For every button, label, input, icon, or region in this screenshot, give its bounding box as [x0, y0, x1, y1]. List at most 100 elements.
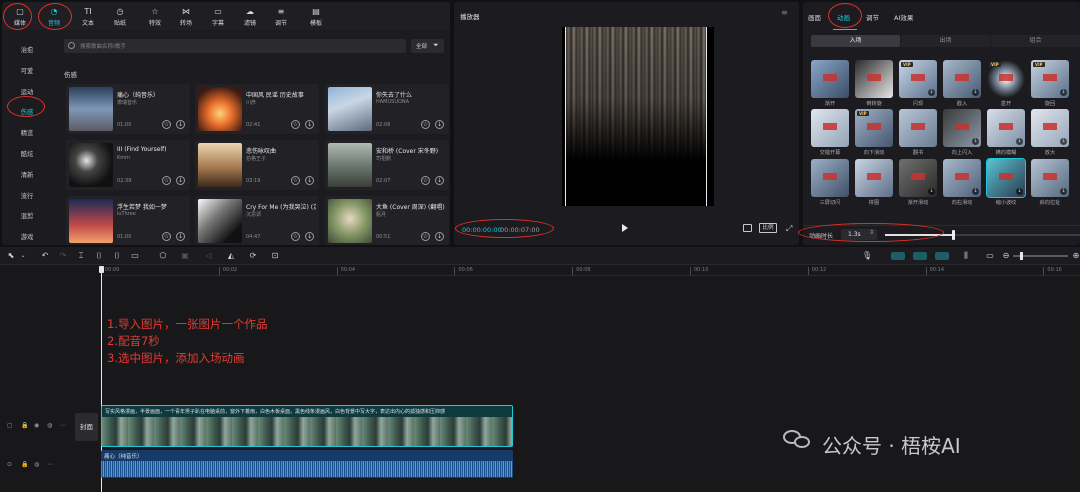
toolbar-media[interactable]: ▢ 媒体 — [6, 4, 34, 30]
animation-option[interactable]: VIP 向下滑动 — [855, 109, 893, 157]
sidebar-item[interactable]: 混剪 — [2, 211, 52, 220]
inspector-subtab[interactable]: 组合 — [991, 35, 1080, 47]
favorite-star-icon[interactable]: ☆ — [421, 176, 430, 185]
music-card[interactable]: III (Find Yourself) Kmm 02:39 ☆ ↓ — [66, 140, 190, 190]
animation-option[interactable]: 拼图 — [855, 159, 893, 207]
download-icon[interactable]: ↓ — [972, 89, 979, 96]
inspector-subtab[interactable]: 出场 — [901, 35, 990, 47]
download-icon[interactable]: ↓ — [305, 176, 314, 185]
toolbar-template[interactable]: ▤ 模板 — [302, 4, 330, 30]
video-clip[interactable]: 写实风格漫画，半景画面，一个青年男子趴在电脑桌前，窗外下着雨，白色木板桌面，黑色… — [101, 405, 513, 447]
mark-icon[interactable]: ⬠ — [158, 251, 168, 261]
sidebar-item[interactable]: 清新 — [2, 170, 52, 179]
fit-icon[interactable] — [743, 224, 752, 232]
split-right-icon[interactable]: ⌷ — [112, 251, 122, 261]
play-button[interactable] — [622, 224, 628, 232]
download-icon[interactable]: ↓ — [176, 232, 185, 241]
music-card[interactable]: 安和桥 (Cover 宋冬野) 司祖鹏 02:07 ☆ ↓ — [325, 140, 449, 190]
favorite-star-icon[interactable]: ☆ — [162, 176, 171, 185]
audio-clip[interactable]: 痛心（纯音乐） — [101, 450, 513, 478]
download-icon[interactable]: ↓ — [1060, 138, 1067, 145]
mirror-icon[interactable]: ◭ — [226, 251, 236, 261]
player-menu-icon[interactable]: ≡ — [781, 8, 788, 17]
download-icon[interactable]: ↓ — [305, 120, 314, 129]
download-icon[interactable]: ↓ — [1060, 89, 1067, 96]
duration-value-box[interactable]: 1.3s ⇕ — [841, 229, 877, 240]
animation-option[interactable]: ↓ 缩小波纹 — [986, 158, 1026, 207]
animation-option[interactable]: ↓ 向上闪入 — [943, 109, 981, 157]
zoom-in-icon[interactable]: ⊕ — [1071, 251, 1080, 261]
toolbar-audio[interactable]: ◔ 音频 — [40, 4, 68, 30]
inspector-tab[interactable]: 画面 — [808, 12, 821, 22]
download-icon[interactable]: ↓ — [928, 188, 935, 195]
toolbar-filter[interactable]: ☁ 滤镜 — [236, 4, 264, 30]
link-toggle-3[interactable] — [935, 252, 949, 260]
link-toggle-1[interactable] — [891, 252, 905, 260]
align-icon[interactable]: ⫼ — [961, 251, 971, 261]
reverse-icon[interactable]: ◁ — [204, 251, 214, 261]
track-lock-icon[interactable]: ▢ — [7, 422, 13, 429]
sidebar-item[interactable]: 游戏 — [2, 232, 52, 241]
favorite-star-icon[interactable]: ☆ — [162, 120, 171, 129]
animation-option[interactable]: ↓ 横向模糊 — [987, 109, 1025, 157]
animation-option[interactable]: ↓ 戳入 — [943, 60, 981, 108]
freeze-icon[interactable]: ▣ — [180, 251, 190, 261]
select-tool-icon[interactable]: ⬉ — [6, 251, 16, 261]
download-icon[interactable]: ↓ — [972, 138, 979, 145]
download-icon[interactable]: ↓ — [1060, 188, 1067, 195]
animation-option[interactable]: VIP 盒开 — [987, 60, 1025, 108]
audio-more-icon[interactable]: ⋯ — [47, 461, 53, 468]
playhead-handle[interactable] — [99, 266, 104, 273]
toolbar-transition[interactable]: ⋈ 转场 — [172, 4, 200, 30]
filter-dropdown[interactable]: 全部 ⏷ — [411, 39, 444, 53]
music-card[interactable]: 痛心（纯音乐） 萧瑞音乐 01:00 ☆ ↓ — [66, 84, 190, 134]
fullscreen-icon[interactable]: ⤢ — [786, 224, 792, 234]
inspector-tab[interactable]: AI效果 — [894, 12, 913, 22]
sidebar-item[interactable]: 伤感 — [2, 107, 52, 116]
download-icon[interactable]: ↓ — [176, 120, 185, 129]
favorite-star-icon[interactable]: ☆ — [421, 232, 430, 241]
zoom-out-icon[interactable]: ⊖ — [1001, 251, 1011, 261]
animation-option[interactable]: 交错开幕 — [811, 109, 849, 157]
music-card[interactable]: 悲伤咏叹曲 伯格王子 03:19 ☆ ↓ — [195, 140, 319, 190]
download-icon[interactable]: ↓ — [928, 89, 935, 96]
music-card[interactable]: 你失去了什么 HAMUSUONA 02:06 ☆ ↓ — [325, 84, 449, 134]
toolbar-sticker[interactable]: ◷ 贴纸 — [106, 4, 134, 30]
inspector-tab[interactable]: 动画 — [837, 12, 850, 22]
cover-button[interactable]: 封面 — [75, 413, 98, 441]
download-icon[interactable]: ↓ — [435, 120, 444, 129]
crop-icon[interactable]: ⊡ — [270, 251, 280, 261]
sidebar-item[interactable]: 精览 — [2, 128, 52, 137]
download-icon[interactable]: ↓ — [305, 232, 314, 241]
toolbar-effects[interactable]: ☆ 特效 — [141, 4, 169, 30]
animation-option[interactable]: 倒转旋 — [855, 60, 893, 108]
animation-option[interactable]: ↓ 向右滑动 — [943, 159, 981, 207]
toolbar-text[interactable]: TI 文本 — [74, 4, 102, 30]
favorite-star-icon[interactable]: ☆ — [421, 120, 430, 129]
download-icon[interactable]: ↓ — [435, 232, 444, 241]
download-icon[interactable]: ↓ — [1016, 188, 1023, 195]
track-mute-icon[interactable]: ◍ — [47, 422, 52, 429]
sidebar-item[interactable]: 酷炫 — [2, 149, 52, 158]
sidebar-item[interactable]: 可爱 — [2, 66, 52, 75]
undo-icon[interactable]: ↶ — [40, 251, 50, 261]
ratio-button[interactable]: 比例 — [759, 223, 777, 233]
favorite-star-icon[interactable]: ☆ — [291, 120, 300, 129]
animation-option[interactable]: 翻书 — [899, 109, 937, 157]
download-icon[interactable]: ↓ — [972, 188, 979, 195]
toolbar-adjust[interactable]: ≡ 调节 — [267, 4, 295, 30]
delete-icon[interactable]: ▭ — [130, 251, 140, 261]
animation-option[interactable]: 渐开 — [811, 60, 849, 108]
search-input[interactable]: 搜索歌曲名称/歌手 — [64, 39, 406, 53]
audio-volume-icon[interactable]: ◍ — [34, 461, 39, 468]
preview-axis-icon[interactable]: ▭ — [985, 251, 995, 261]
inspector-subtab[interactable]: 入场 — [811, 35, 900, 47]
audio-lock-icon[interactable]: 🔒 — [21, 461, 28, 468]
split-icon[interactable]: ⌶ — [76, 251, 86, 261]
inspector-tab[interactable]: 调节 — [866, 12, 879, 22]
microphone-icon[interactable]: 🎙 — [862, 251, 872, 261]
animation-option[interactable]: 三屏切闪 — [811, 159, 849, 207]
track-visibility-icon[interactable]: ◉ — [34, 422, 39, 429]
music-card[interactable]: 浮生若梦 我如一梦 luThree 01:00 ☆ ↓ — [66, 196, 190, 245]
sidebar-item[interactable]: 流行 — [2, 191, 52, 200]
